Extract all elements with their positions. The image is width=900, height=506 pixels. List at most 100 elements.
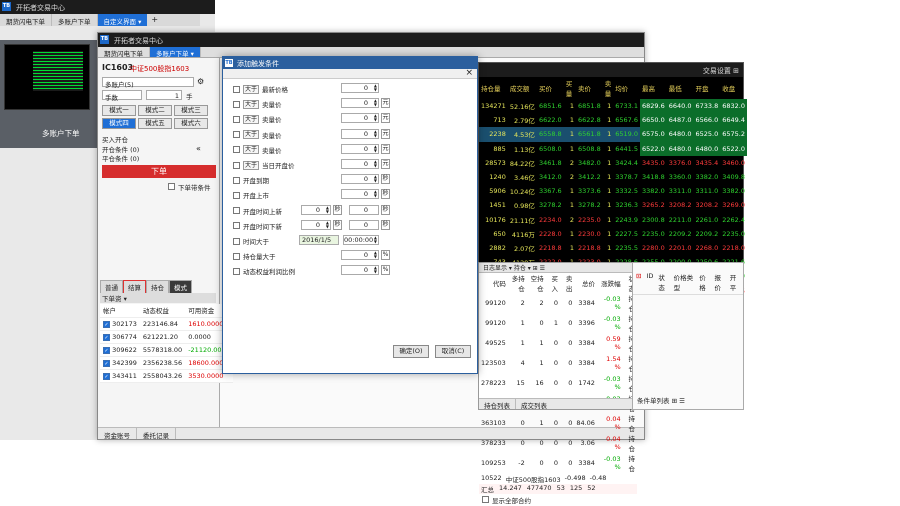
positions-tabs[interactable]: 日志显示 ▾ 持仓 ▾ ⊞ ☰ [479,263,637,273]
condition-value-input[interactable]: 0 ▲ ▼ [341,174,379,185]
checkbox-icon[interactable] [233,191,240,199]
table-row[interactable]: ✓ 309622 5578318.00 -21120.0000 [100,343,233,357]
quote-header-cell[interactable]: 均价 [613,77,640,99]
mode-button-3[interactable]: 模式三 [174,105,208,116]
spinner-icon[interactable]: ▲ ▼ [374,160,377,168]
spinner-icon[interactable]: ▲ ▼ [326,220,329,229]
quote-row[interactable]: 650 4116万 2228.0 1 2230.0 1 2227.5 2235.0 2209.2… [479,227,747,241]
operator-select[interactable]: 大于 [243,145,260,155]
table-row[interactable]: 123503410033841.54 %持仓 [479,353,637,373]
spinner-icon[interactable]: ▲ ▼ [374,99,377,107]
account-mode-select[interactable]: 多账户(5) [102,77,194,89]
operator-select[interactable]: 大于 [243,130,260,140]
collapse-icon[interactable]: « [196,144,201,153]
condition-value-input[interactable]: 0 ▲ ▼ [341,128,379,139]
quote-row[interactable]: 10176 21.11亿 2234.0 2 2235.0 1 2243.9 2300.8 221… [479,213,747,227]
quote-row[interactable]: 2882 2.07亿 2218.8 1 2218.8 1 2235.5 2280.0 2201.… [479,241,747,255]
condition-row[interactable]: 大于 当日开盘价 [233,159,295,171]
spinner-icon[interactable]: ▲ ▼ [374,175,377,183]
condition-row[interactable]: 动态权益利润比例 [233,265,295,277]
table-row[interactable]: 9912010103396-0.03 %持仓 [479,313,637,333]
table-row[interactable]: 109253 -2 0 0 0 3384 -0.03 % 持仓 [479,453,637,473]
condition-value-input-2[interactable]: 0 [349,219,379,230]
show-all-checkbox[interactable]: 显示全部合约 [479,494,637,506]
positions-header-cell[interactable]: 买入 [546,273,560,293]
condition-row[interactable]: 开盘到期 [233,174,269,186]
tab-flash-order[interactable]: 期货闪电下单 [0,14,52,26]
check-icon[interactable]: ✓ [103,333,110,341]
positions-header-cell[interactable]: 涨跌幅 [597,273,623,293]
tab-position[interactable]: 持仓 [146,280,169,294]
ok-button[interactable]: 确定(O) [393,345,429,358]
condition-row[interactable]: 大于 最新价格 [233,83,288,95]
condition-value-input[interactable]: 0 ▲ ▼ [341,189,379,200]
tab-trade-list[interactable]: 成交列表 [516,399,552,410]
order-type-select[interactable]: 手数 [102,90,142,102]
mode-button-2[interactable]: 模式二 [138,105,172,116]
operator-select[interactable]: 大于 [243,160,260,170]
tab-multi-account[interactable]: 多账户下单 ▾ [150,47,201,58]
condition-row[interactable]: 持仓量大于 [233,250,276,262]
mode-button-1[interactable]: 模式一 [102,105,136,116]
order-button[interactable]: 下单 [102,165,216,178]
table-row[interactable]: 2782231516001742-0.03 %持仓 [479,373,637,393]
positions-header-cell[interactable]: 空持仓 [527,273,546,293]
condition-value-input[interactable]: 0 ▲ ▼ [341,265,379,276]
mode-button-4[interactable]: 模式四 [102,118,136,129]
checkbox-icon[interactable] [233,131,240,139]
mode-button-6[interactable]: 模式六 [174,118,208,129]
checkbox-icon[interactable] [233,267,240,275]
status-tab-orders[interactable]: 委托记录 [137,428,176,440]
condition-value-input[interactable]: 0 ▲ ▼ [341,83,379,93]
table-row[interactable]: 363103 0 1 0 0 84.06 0.04 % 持仓 [479,413,637,433]
spinner-icon[interactable]: ▲ ▼ [374,236,377,244]
table-row[interactable]: 49525110033840.59 %持仓 [479,333,637,353]
positions-header-cell[interactable]: 多持仓 [508,273,527,293]
condition-row[interactable]: 大于 卖量价 [233,113,282,125]
tab-mode[interactable]: 模式 [169,280,192,294]
positions-header-cell[interactable]: 总价 [574,273,597,293]
spinner-icon[interactable]: ▲ ▼ [374,266,377,274]
table-row[interactable]: ✓ 306774 621221.20 0.0000 [100,330,233,344]
condition-value-input[interactable]: 0 ▲ ▼ [301,204,331,215]
table-row[interactable]: ✓ 343411 2558043.26 3530.0000 [100,369,233,383]
quote-header-cell[interactable]: 卖价 [576,77,603,99]
checkbox-icon[interactable] [233,100,240,108]
quote-row[interactable]: 2238 4.53亿 6558.8 1 6561.8 1 6519.0 6575.0 6480.… [479,127,747,142]
condition-row[interactable]: 大于 卖量价 [233,129,282,141]
positions-header-cell[interactable]: 卖出 [560,273,574,293]
condition-value-input[interactable]: 0 ▲ ▼ [341,143,379,154]
condition-row[interactable]: 大于 卖量价 [233,144,282,156]
tab-multi-account[interactable]: 多账户下单 [52,14,98,26]
quote-header-cell[interactable]: 成交额 [508,77,537,99]
quote-header-cell[interactable]: 最高 [640,77,667,99]
quote-header-cell[interactable]: 最低 [667,77,694,99]
condition-value-input[interactable]: 0 ▲ ▼ [341,98,379,109]
quote-row[interactable]: 5906 10.24亿 3367.6 1 3373.6 1 3332.5 3382.0 3311… [479,184,747,198]
table-row[interactable]: ✓ 342399 2356238.56 18600.0000 [100,356,233,370]
quote-header-cell[interactable]: 买价 [537,77,564,99]
sub-tab[interactable]: 下单资 ▾ [100,293,216,303]
condition-value-input[interactable]: 0 ▲ ▼ [301,219,331,230]
spinner-icon[interactable]: ▲ ▼ [374,114,377,122]
quote-header-cell[interactable]: 开盘 [693,77,720,99]
operator-select[interactable]: 大于 [243,114,260,124]
spinner-icon[interactable]: ▲ ▼ [374,251,377,259]
quote-row[interactable]: 134271 52.16亿 6851.6 1 6851.8 1 6733.1 6829.6 66… [479,99,747,114]
condition-value-input-2[interactable]: 0 [349,204,379,215]
checkbox-icon[interactable] [233,115,240,123]
tab-custom-layout[interactable]: 自定义界面 ▾ [97,14,148,26]
checkbox-icon[interactable] [233,252,240,260]
quote-header-cell[interactable]: 持仓量 [479,77,508,99]
date-picker[interactable]: 2016/1/5 [299,235,339,245]
quote-header-cell[interactable]: 收盘 [720,77,747,99]
close-condition-link[interactable]: 平仓条件 (0) [102,153,139,163]
quote-row[interactable]: 713 2.79亿 6622.0 1 6622.8 1 6567.6 6650.0 6487.0… [479,113,747,128]
table-row[interactable]: 9912022003384-0.03 %持仓 [479,293,637,313]
status-tab-accounts[interactable]: 资金账号 [98,428,137,440]
cancel-button[interactable]: 取消(C) [435,345,471,358]
checkbox-icon[interactable] [233,176,240,184]
check-icon[interactable]: ✓ [103,346,110,354]
checkbox-icon[interactable] [233,237,240,245]
spinner-icon[interactable]: ▲ ▼ [374,129,377,138]
